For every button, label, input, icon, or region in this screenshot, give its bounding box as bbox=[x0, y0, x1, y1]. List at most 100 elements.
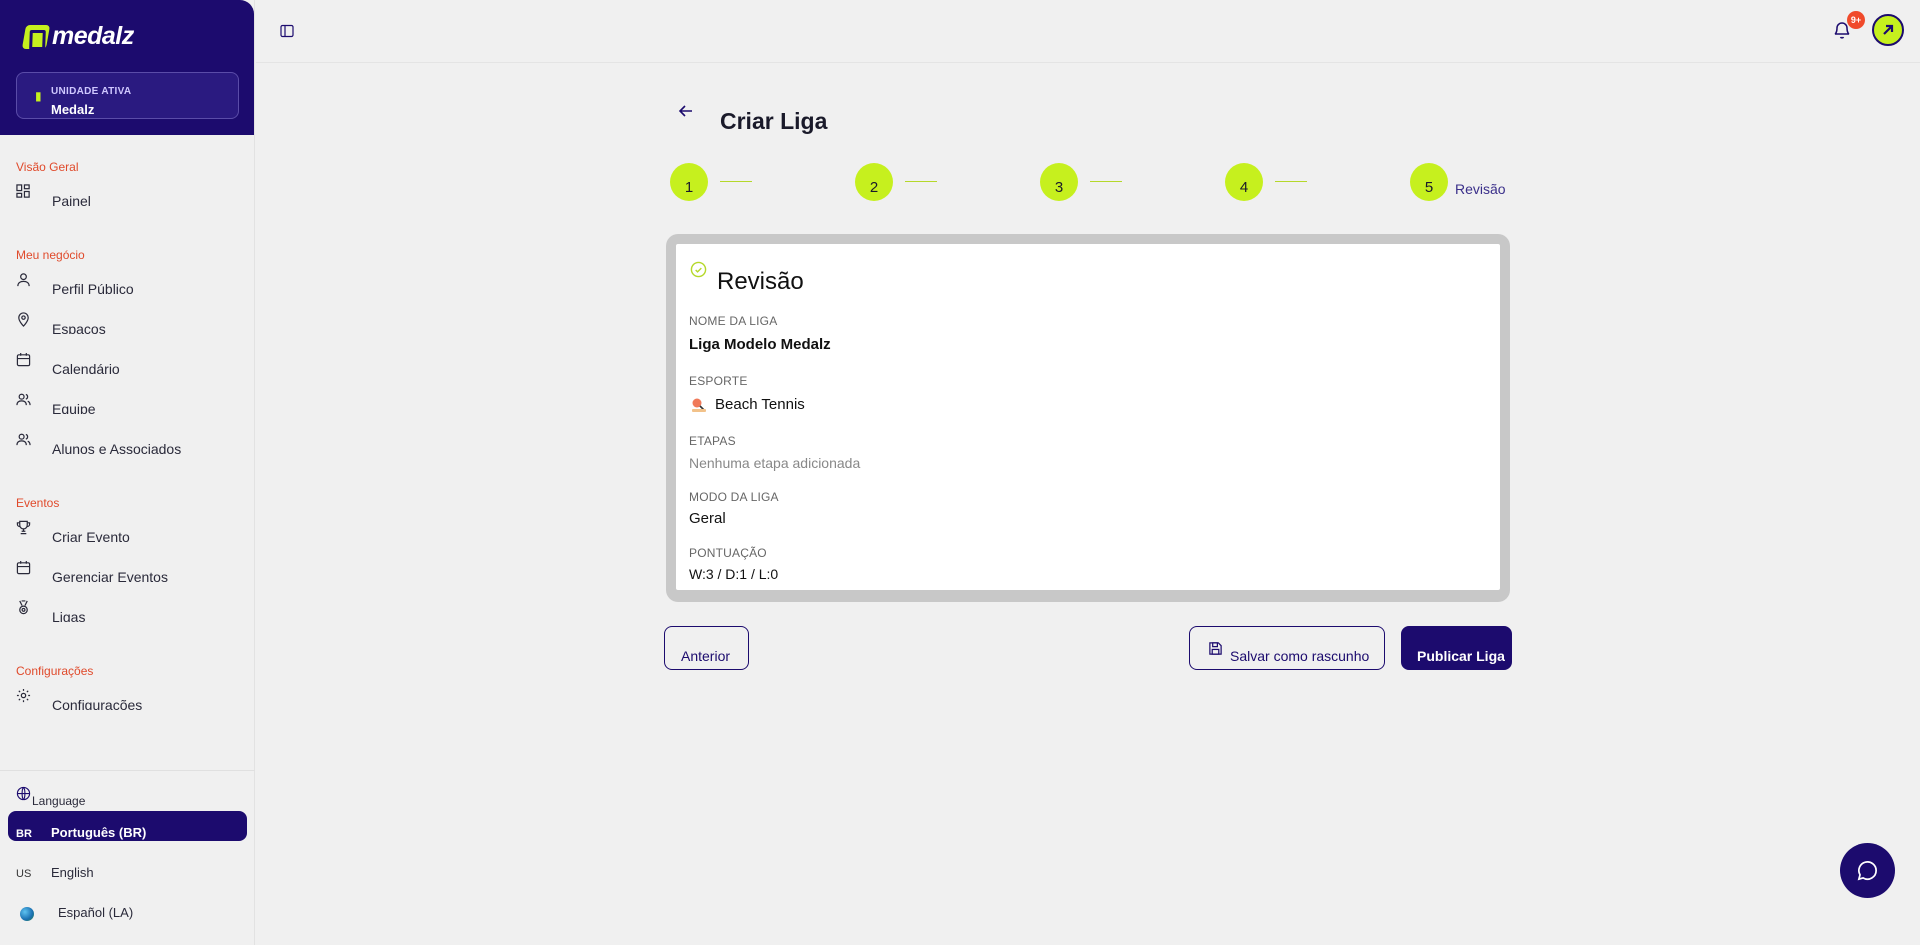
notification-badge: 9+ bbox=[1847, 11, 1865, 29]
brand-name: medalz bbox=[52, 22, 134, 50]
save-icon bbox=[1209, 642, 1222, 655]
step-number: 5 bbox=[1424, 179, 1434, 196]
step-number: 1 bbox=[684, 179, 694, 196]
globe-icon bbox=[16, 786, 31, 801]
sidebar-item-criar-evento[interactable]: Criar Evento bbox=[16, 520, 246, 542]
sidebar-item-label: Painel bbox=[52, 193, 91, 206]
active-unit-name: Medalz bbox=[51, 102, 95, 117]
league-mode-label: MODO DA LIGA bbox=[689, 490, 779, 504]
sidebar-item-configuracoes[interactable]: Configurações bbox=[16, 688, 246, 710]
grid-icon bbox=[16, 184, 30, 198]
step-number: 3 bbox=[1054, 179, 1064, 196]
step-3[interactable]: 3 bbox=[1040, 163, 1078, 201]
user-avatar[interactable] bbox=[1872, 14, 1904, 46]
sidebar-item-painel[interactable]: Painel bbox=[16, 184, 246, 206]
stages-label: ETAPAS bbox=[689, 434, 736, 448]
language-title-label: Language bbox=[32, 794, 86, 808]
stages-value: Nenhuma etapa adicionada bbox=[689, 455, 861, 471]
page-title: Criar Liga bbox=[720, 108, 828, 134]
sidebar-item-espacos[interactable]: Espaços bbox=[16, 312, 246, 334]
active-unit-label: UNIDADE ATIVA bbox=[51, 86, 132, 97]
sidebar-item-label: Configurações bbox=[52, 697, 143, 710]
sport-value: Beach Tennis bbox=[715, 396, 805, 413]
divider bbox=[0, 770, 255, 771]
language-option-label: Português (BR) bbox=[51, 825, 147, 840]
calendar-icon bbox=[16, 352, 31, 367]
save-draft-button-label: Salvar como rascunho bbox=[1230, 648, 1370, 664]
step-2[interactable]: 2 bbox=[855, 163, 893, 201]
top-header: 9+ bbox=[256, 0, 1920, 63]
chat-bubble-icon bbox=[1857, 861, 1877, 881]
nav-section-business: Meu negócio bbox=[16, 248, 85, 262]
gear-icon bbox=[16, 688, 31, 703]
step-number: 4 bbox=[1239, 179, 1249, 196]
scoring-value: W:3 / D:1 / L:0 bbox=[689, 566, 779, 582]
step-4[interactable]: 4 bbox=[1225, 163, 1263, 201]
building-icon: ▮ bbox=[35, 89, 42, 103]
sidebar-item-calendario[interactable]: Calendário bbox=[16, 352, 246, 374]
sidebar-item-label: Equipe bbox=[52, 401, 96, 414]
flag-br-icon: BR bbox=[16, 828, 32, 840]
previous-button-label: Anterior bbox=[681, 648, 731, 664]
sidebar-item-label: Criar Evento bbox=[52, 529, 130, 542]
league-name-value: Liga Modelo Medalz bbox=[689, 336, 831, 353]
step-1[interactable]: 1 bbox=[670, 163, 708, 201]
scoring-label: PONTUAÇÃO bbox=[689, 546, 767, 560]
sidebar-item-label: Calendário bbox=[52, 361, 120, 374]
publish-league-button-label: Publicar Liga bbox=[1417, 648, 1505, 664]
step-connector bbox=[1090, 181, 1122, 182]
step-connector bbox=[720, 181, 752, 182]
sidebar-item-equipe[interactable]: Equipe bbox=[16, 392, 246, 414]
step-connector bbox=[905, 181, 937, 182]
beach-tennis-icon bbox=[692, 398, 706, 412]
step-connector bbox=[1275, 181, 1307, 182]
sidebar: medalz ▮ UNIDADE ATIVA Medalz Visão Gera… bbox=[0, 0, 255, 945]
brand-logo[interactable]: medalz bbox=[21, 22, 134, 51]
language-option-en[interactable]: US English bbox=[8, 851, 247, 881]
sidebar-item-label: Ligas bbox=[52, 609, 86, 622]
medal-icon bbox=[19, 600, 28, 615]
review-title: Revisão bbox=[717, 268, 804, 295]
users-icon bbox=[16, 393, 31, 406]
previous-button[interactable]: Anterior bbox=[664, 626, 749, 670]
sidebar-item-gerenciar-eventos[interactable]: Gerenciar Eventos bbox=[16, 560, 246, 582]
map-pin-icon bbox=[18, 312, 29, 327]
step-number: 2 bbox=[869, 179, 879, 196]
sidebar-item-alunos-associados[interactable]: Alunos e Associados bbox=[16, 432, 246, 454]
language-option-pt-br[interactable]: BR Português (BR) bbox=[8, 811, 247, 841]
league-name-label: NOME DA LIGA bbox=[689, 314, 778, 328]
language-option-label: English bbox=[51, 865, 94, 880]
current-step-label: Revisão bbox=[1455, 181, 1506, 197]
league-mode-value: Geral bbox=[689, 510, 726, 527]
back-arrow-icon[interactable] bbox=[676, 101, 696, 121]
save-draft-button[interactable]: Salvar como rascunho bbox=[1189, 626, 1385, 670]
sidebar-toggle-icon[interactable] bbox=[280, 24, 294, 38]
user-icon bbox=[17, 273, 30, 287]
step-5[interactable]: 5 bbox=[1410, 163, 1448, 201]
globe-flag-icon bbox=[20, 907, 34, 921]
medalz-logo-icon bbox=[21, 24, 51, 49]
sidebar-item-label: Gerenciar Eventos bbox=[52, 569, 168, 582]
nav-section-settings: Configurações bbox=[16, 664, 94, 678]
nav-section-overview: Visão Geral bbox=[16, 160, 79, 174]
review-card: Revisão NOME DA LIGA Liga Modelo Medalz … bbox=[676, 244, 1500, 590]
calendar-icon bbox=[16, 560, 31, 575]
publish-league-button[interactable]: Publicar Liga bbox=[1401, 626, 1512, 670]
language-option-es-la[interactable]: Español (LA) bbox=[8, 891, 247, 921]
sport-label: ESPORTE bbox=[689, 374, 748, 388]
active-unit-selector[interactable]: ▮ UNIDADE ATIVA Medalz bbox=[16, 72, 239, 119]
sidebar-header: medalz ▮ UNIDADE ATIVA Medalz bbox=[0, 0, 254, 135]
brand-mark-icon bbox=[1883, 24, 1894, 35]
language-option-label: Español (LA) bbox=[58, 905, 134, 920]
nav-section-events: Eventos bbox=[16, 496, 60, 510]
sidebar-item-label: Perfil Público bbox=[52, 281, 134, 294]
trophy-icon bbox=[16, 520, 31, 535]
sidebar-item-label: Alunos e Associados bbox=[52, 441, 182, 454]
check-circle-icon bbox=[690, 261, 707, 278]
chat-button[interactable] bbox=[1840, 843, 1895, 898]
sidebar-item-perfil-publico[interactable]: Perfil Público bbox=[16, 272, 246, 294]
sidebar-item-ligas[interactable]: Ligas bbox=[16, 600, 246, 622]
flag-us-icon: US bbox=[16, 868, 32, 880]
sidebar-item-label: Espaços bbox=[52, 321, 106, 334]
users-icon bbox=[16, 433, 31, 446]
